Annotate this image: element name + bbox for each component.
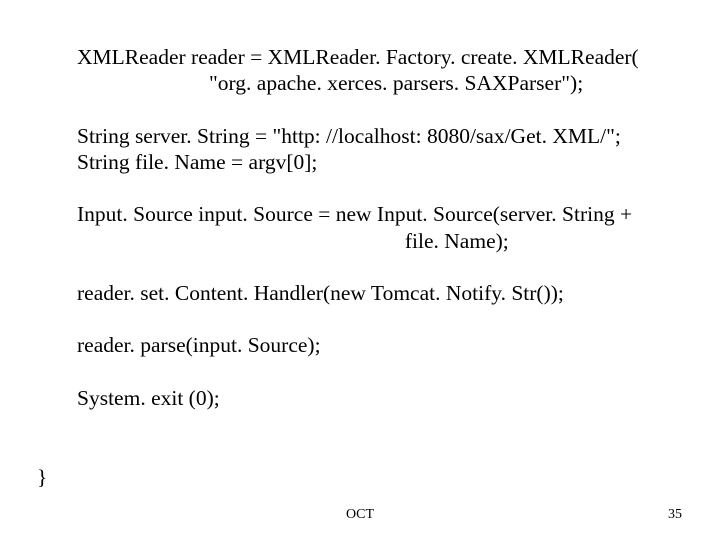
code-line: Input. Source input. Source = new Input.… <box>77 201 677 227</box>
code-line <box>77 254 677 280</box>
code-line: file. Name); <box>77 228 677 254</box>
code-line <box>77 96 677 122</box>
code-line: String server. String = "http: //localho… <box>77 123 677 149</box>
code-line: reader. set. Content. Handler(new Tomcat… <box>77 280 677 306</box>
code-line: XMLReader reader = XMLReader. Factory. c… <box>77 44 677 70</box>
footer-center: OCT <box>0 507 720 523</box>
slide: XMLReader reader = XMLReader. Factory. c… <box>0 0 720 540</box>
code-line: reader. parse(input. Source); <box>77 332 677 358</box>
code-line <box>77 306 677 332</box>
code-line: String file. Name = argv[0]; <box>77 149 677 175</box>
code-line: System. exit (0); <box>77 385 677 411</box>
code-line <box>77 359 677 385</box>
closing-brace: } <box>37 465 47 490</box>
code-line: "org. apache. xerces. parsers. SAXParser… <box>77 70 677 96</box>
code-block: XMLReader reader = XMLReader. Factory. c… <box>77 44 677 411</box>
code-line <box>77 175 677 201</box>
page-number: 35 <box>668 507 682 523</box>
